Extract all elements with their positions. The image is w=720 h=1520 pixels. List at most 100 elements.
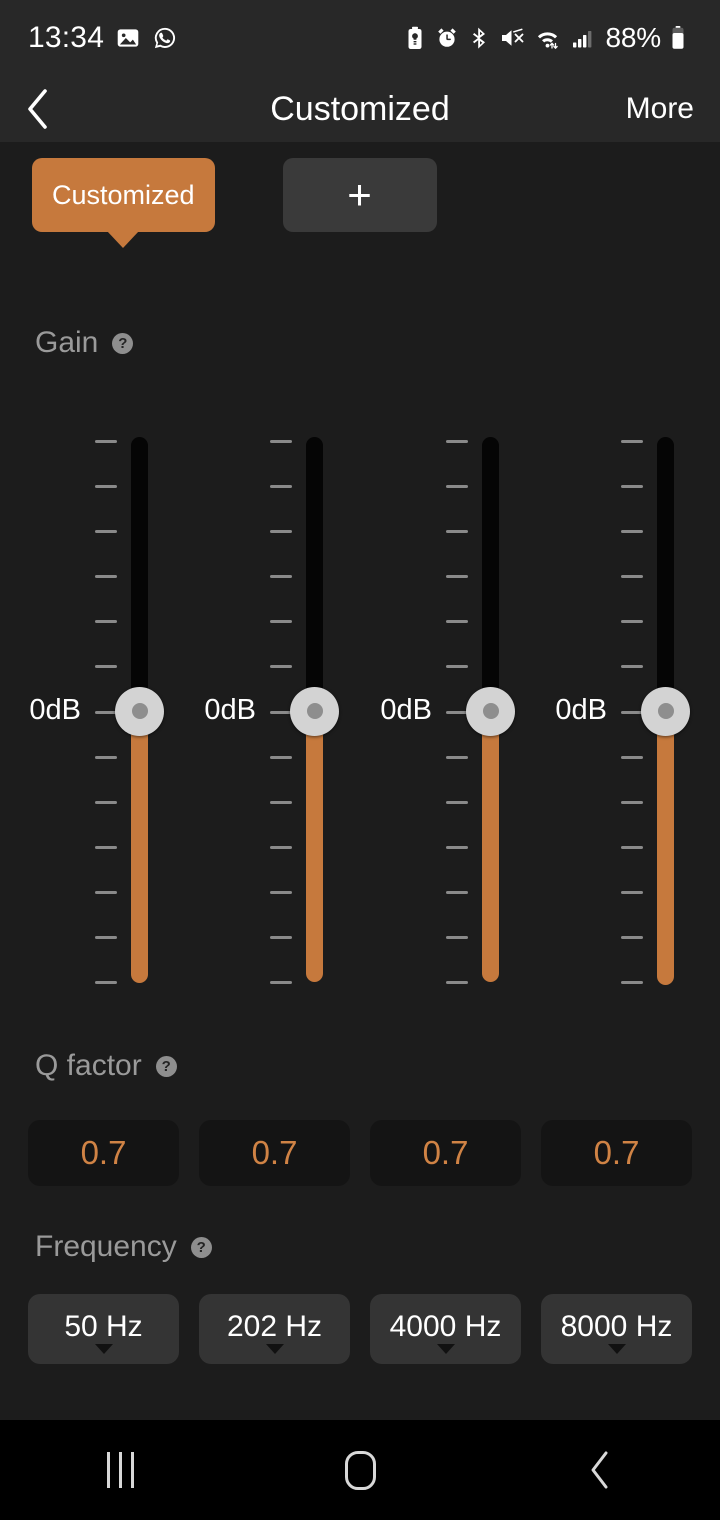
slider-value-label: 0dB <box>204 694 256 726</box>
preset-tab-customized[interactable]: Customized <box>32 158 215 232</box>
slider-thumb[interactable] <box>641 686 690 736</box>
qfactor-value: 0.7 <box>251 1134 298 1171</box>
plus-icon: + <box>347 171 372 219</box>
slider-tick <box>446 981 468 984</box>
slider-tick <box>270 485 292 489</box>
frequency-value: 202 Hz <box>226 1310 323 1343</box>
slider-tick <box>621 665 643 669</box>
qfactor-values-row: 0.7 0.7 0.7 0.7 <box>0 1120 720 1186</box>
back-icon[interactable] <box>525 1420 675 1520</box>
slider-tick <box>621 755 643 759</box>
slider-tick <box>95 845 117 849</box>
frequency-dropdown-3[interactable]: 4000 Hz <box>370 1294 521 1364</box>
slider-tick-zero <box>621 710 643 714</box>
gain-label-text: Gain <box>35 326 99 359</box>
qfactor-value: 0.7 <box>422 1134 469 1171</box>
alarm-icon <box>435 26 459 50</box>
slider-tick <box>95 755 117 759</box>
slider-fill[interactable] <box>482 711 499 982</box>
slider-thumb[interactable] <box>466 686 515 736</box>
slider-fill[interactable] <box>306 711 323 982</box>
qfactor-field-4[interactable]: 0.7 <box>541 1120 692 1186</box>
slider-tick <box>95 890 117 894</box>
qfactor-field-1[interactable]: 0.7 <box>28 1120 179 1186</box>
bluetooth-icon <box>468 26 490 50</box>
slider-tick <box>95 485 117 489</box>
more-button[interactable]: More <box>626 92 694 126</box>
slider-tick <box>446 935 468 939</box>
slider-tick <box>270 665 292 669</box>
slider-tick-scale <box>446 420 468 1010</box>
gain-slider-4[interactable]: 0dB <box>526 420 702 1010</box>
gain-slider-1[interactable]: 0dB <box>0 420 176 1010</box>
add-preset-button[interactable]: + <box>282 158 437 232</box>
preset-tab-label: Customized <box>52 179 195 210</box>
chevron-down-icon <box>607 1344 626 1354</box>
slider-fill[interactable] <box>657 711 674 985</box>
qfactor-field-2[interactable]: 0.7 <box>199 1120 350 1186</box>
frequency-values-row: 50 Hz 202 Hz 4000 Hz 8000 Hz <box>0 1294 720 1364</box>
slider-tick <box>446 665 468 669</box>
frequency-dropdown-4[interactable]: 8000 Hz <box>541 1294 692 1364</box>
slider-thumb[interactable] <box>290 686 339 736</box>
frequency-section-label: Frequency ? <box>35 1230 212 1264</box>
slider-thumb-dot <box>131 703 148 719</box>
battery-icon <box>670 25 686 51</box>
slider-tick-scale <box>621 420 643 1010</box>
preset-tabs: Customized + <box>0 158 720 238</box>
whatsapp-icon <box>152 25 178 51</box>
slider-tick <box>446 755 468 759</box>
gain-slider-2[interactable]: 0dB <box>175 420 351 1010</box>
phone-screen: 13:34 88% Customized More Customized + G… <box>0 0 720 1520</box>
qfactor-field-3[interactable]: 0.7 <box>370 1120 521 1186</box>
qfactor-label-text: Q factor <box>35 1049 142 1082</box>
slider-value-label: 0dB <box>555 694 607 726</box>
slider-tick <box>446 440 468 443</box>
frequency-dropdown-1[interactable]: 50 Hz <box>28 1294 179 1364</box>
slider-tick <box>270 935 292 939</box>
slider-tick <box>270 890 292 894</box>
home-glyph <box>344 1450 376 1490</box>
qfactor-value: 0.7 <box>80 1134 127 1171</box>
image-icon <box>115 25 141 51</box>
app-header: Customized More <box>0 76 720 142</box>
slider-track[interactable] <box>131 437 148 711</box>
frequency-dropdown-2[interactable]: 202 Hz <box>199 1294 350 1364</box>
battery-percent-label: 88% <box>605 22 662 53</box>
slider-value-label: 0dB <box>380 694 432 726</box>
help-icon-frequency[interactable]: ? <box>190 1236 212 1258</box>
slider-track[interactable] <box>482 437 499 711</box>
slider-tick <box>446 530 468 534</box>
gain-sliders: 0dB 0dB 0dB 0dB <box>0 420 720 1010</box>
status-bar-left: 13:34 <box>28 21 178 55</box>
status-bar-right: 88% <box>404 22 692 54</box>
slider-tick <box>621 620 643 624</box>
slider-tick <box>621 530 643 534</box>
gain-slider-3[interactable]: 0dB <box>351 420 527 1010</box>
slider-tick-zero <box>95 710 117 714</box>
help-icon-gain[interactable]: ? <box>112 332 134 354</box>
recents-icon[interactable] <box>45 1420 195 1520</box>
back-chevron-icon[interactable] <box>26 87 70 131</box>
slider-tick <box>621 440 643 443</box>
recents-glyph <box>106 1452 134 1488</box>
slider-tick <box>446 800 468 804</box>
slider-thumb[interactable] <box>115 686 164 736</box>
frequency-value: 50 Hz <box>64 1310 143 1343</box>
slider-tick <box>95 530 117 534</box>
slider-tick <box>621 485 643 489</box>
slider-tick <box>270 755 292 759</box>
slider-track[interactable] <box>306 437 323 711</box>
slider-tick-zero <box>446 710 468 714</box>
slider-tick <box>270 800 292 804</box>
slider-track[interactable] <box>657 437 674 711</box>
slider-tick <box>95 800 117 804</box>
frequency-value: 4000 Hz <box>389 1310 502 1343</box>
slider-tick <box>446 620 468 624</box>
help-icon-qfactor[interactable]: ? <box>155 1055 177 1077</box>
slider-fill[interactable] <box>131 711 148 983</box>
slider-tick <box>270 530 292 534</box>
battery-saver-icon <box>404 26 426 50</box>
slider-thumb-dot <box>306 703 323 719</box>
home-icon[interactable] <box>285 1420 435 1520</box>
